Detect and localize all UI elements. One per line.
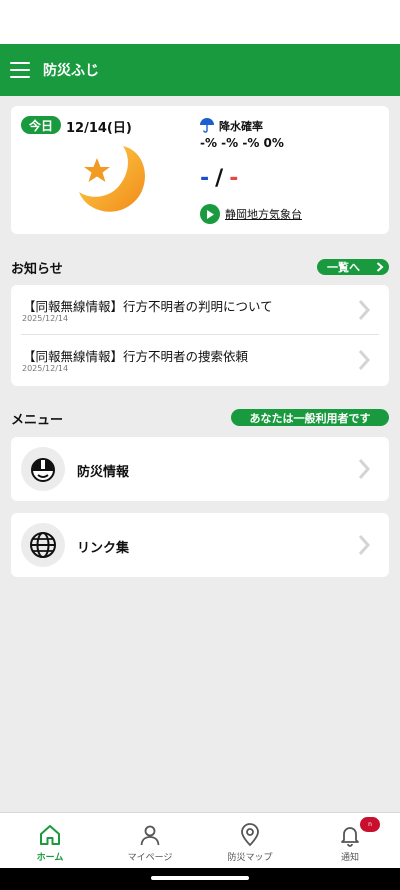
user-status-badge: あなたは一般利用者です [231, 409, 389, 426]
chevron-right-icon [358, 350, 371, 370]
nav-home[interactable]: ホーム [0, 813, 100, 869]
globe-icon [30, 532, 56, 558]
menu-item-disaster-info[interactable]: 防災情報 [11, 437, 389, 501]
today-badge: 今日 [21, 116, 61, 134]
temp-high: - [200, 166, 210, 191]
menu-item-label: リンク集 [77, 541, 130, 556]
status-bar [0, 0, 400, 44]
chevron-right-icon [358, 535, 371, 555]
rain-probability-label: 降水確率 [219, 120, 263, 133]
view-all-button[interactable]: 一覧へ [317, 259, 389, 275]
bell-icon [341, 827, 359, 847]
nav-label: マイページ [127, 853, 173, 863]
map-pin-icon [241, 823, 259, 847]
weather-date: 12/14(日) [66, 121, 132, 136]
app-bar: 防災ふじ [0, 44, 400, 96]
news-section-title: お知らせ [11, 262, 63, 277]
crescent-moon-star-icon [79, 146, 145, 212]
app-title: 防災ふじ [43, 63, 99, 79]
news-item[interactable]: 【同報無線情報】行方不明者の捜索依頼 2025/12/14 [21, 335, 379, 385]
temp-separator: / [215, 166, 224, 191]
main-content: 今日 12/14(日) 降水確率 -% -% -% 0% - / - 静岡地方気… [0, 96, 400, 812]
news-title: 【同報無線情報】行方不明者の判明について [23, 299, 273, 314]
play-icon [200, 204, 220, 224]
rain-probability-values: -% -% -% 0% [200, 136, 284, 150]
nav-disaster-map[interactable]: 防災マップ [200, 813, 300, 869]
gesture-handle[interactable] [151, 876, 249, 880]
temperature: - / - [200, 166, 238, 191]
chevron-right-icon [358, 459, 371, 479]
news-card: 【同報無線情報】行方不明者の判明について 2025/12/14 【同報無線情報】… [11, 285, 389, 386]
menu-icon[interactable] [10, 62, 30, 78]
umbrella-icon [200, 118, 214, 133]
chevron-right-icon [358, 300, 371, 320]
menu-item-label: 防災情報 [77, 465, 130, 480]
temp-low: - [229, 166, 239, 191]
nav-label: 通知 [340, 853, 359, 863]
nav-label: 防災マップ [227, 853, 273, 863]
menu-icon-container [21, 447, 65, 491]
weather-source-link[interactable]: 静岡地方気象台 [200, 204, 302, 224]
home-icon [40, 825, 60, 845]
notification-badge: n [360, 817, 380, 832]
weather-source[interactable]: 静岡地方気象台 [225, 206, 302, 222]
bottom-navigation: ホーム マイページ 防災マップ 通知 n [0, 812, 400, 868]
news-title: 【同報無線情報】行方不明者の捜索依頼 [23, 349, 249, 364]
nav-mypage[interactable]: マイページ [100, 813, 200, 869]
weather-card: 今日 12/14(日) 降水確率 -% -% -% 0% - / - 静岡地方気… [11, 106, 389, 234]
menu-icon-container [21, 523, 65, 567]
menu-item-links[interactable]: リンク集 [11, 513, 389, 577]
person-icon [140, 825, 160, 846]
helmet-icon [31, 458, 55, 482]
chevron-right-icon [376, 262, 384, 272]
news-date: 2025/12/14 [22, 364, 69, 373]
menu-section-title: メニュー [11, 413, 64, 428]
nav-notifications[interactable]: 通知 n [300, 813, 400, 869]
news-item[interactable]: 【同報無線情報】行方不明者の判明について 2025/12/14 [21, 285, 379, 335]
news-date: 2025/12/14 [22, 314, 69, 323]
view-all-label: 一覧へ [327, 261, 360, 274]
nav-label: ホーム [36, 853, 64, 863]
